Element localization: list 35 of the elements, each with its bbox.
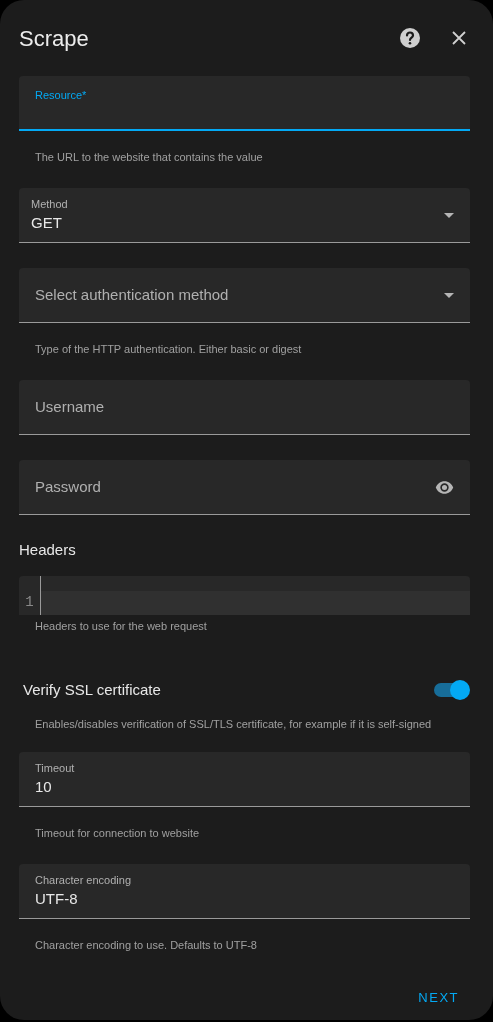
select-field[interactable]: Method GET bbox=[19, 188, 470, 243]
select-field[interactable]: Select authentication method bbox=[19, 268, 470, 323]
dialog-title: Scrape bbox=[19, 24, 89, 53]
helper-text: Character encoding to use. Defaults to UTF-8 bbox=[35, 938, 258, 953]
field-placeholder: Select authentication method bbox=[35, 284, 230, 305]
help-icon[interactable] bbox=[400, 28, 420, 48]
dropdown-caret-icon bbox=[444, 292, 454, 298]
field-value: GET bbox=[31, 212, 63, 233]
helper-text: Type of the HTTP authentication. Either basic or digest bbox=[35, 342, 303, 357]
helper-text: Timeout for connection to website bbox=[35, 826, 201, 841]
input-field[interactable]: Timeout 10 bbox=[19, 752, 470, 807]
field-placeholder: Username bbox=[35, 396, 106, 417]
next-button[interactable]: NEXT bbox=[410, 980, 467, 1016]
password-field[interactable]: Password bbox=[19, 460, 470, 515]
field-value: UTF-8 bbox=[35, 888, 79, 909]
code-editor[interactable]: 1 bbox=[19, 576, 470, 615]
helper-text: Headers to use for the web request bbox=[35, 619, 208, 634]
eye-icon[interactable] bbox=[435, 480, 454, 494]
field-placeholder: Password bbox=[35, 476, 102, 497]
field-label: Timeout bbox=[35, 760, 76, 776]
close-icon[interactable] bbox=[452, 31, 466, 45]
input-field[interactable]: Character encoding UTF-8 bbox=[19, 864, 470, 919]
input-field[interactable]: Username bbox=[19, 380, 470, 435]
line-number: 1 bbox=[25, 593, 34, 612]
toggle-label: Verify SSL certificate bbox=[23, 679, 161, 700]
field-label: Method bbox=[31, 196, 69, 212]
field-label: Resource* bbox=[35, 87, 88, 103]
dropdown-caret-icon bbox=[444, 212, 454, 218]
helper-text: Enables/disables verification of SSL/TLS certificate, for example if it is self-signed bbox=[35, 717, 433, 732]
helper-text: The URL to the website that contains the value bbox=[35, 150, 264, 165]
field-label: Character encoding bbox=[35, 872, 132, 888]
section-label: Headers bbox=[19, 541, 76, 558]
input-field[interactable]: Resource* bbox=[19, 76, 470, 131]
field-value: 10 bbox=[35, 776, 53, 797]
toggle-switch[interactable] bbox=[434, 681, 470, 699]
